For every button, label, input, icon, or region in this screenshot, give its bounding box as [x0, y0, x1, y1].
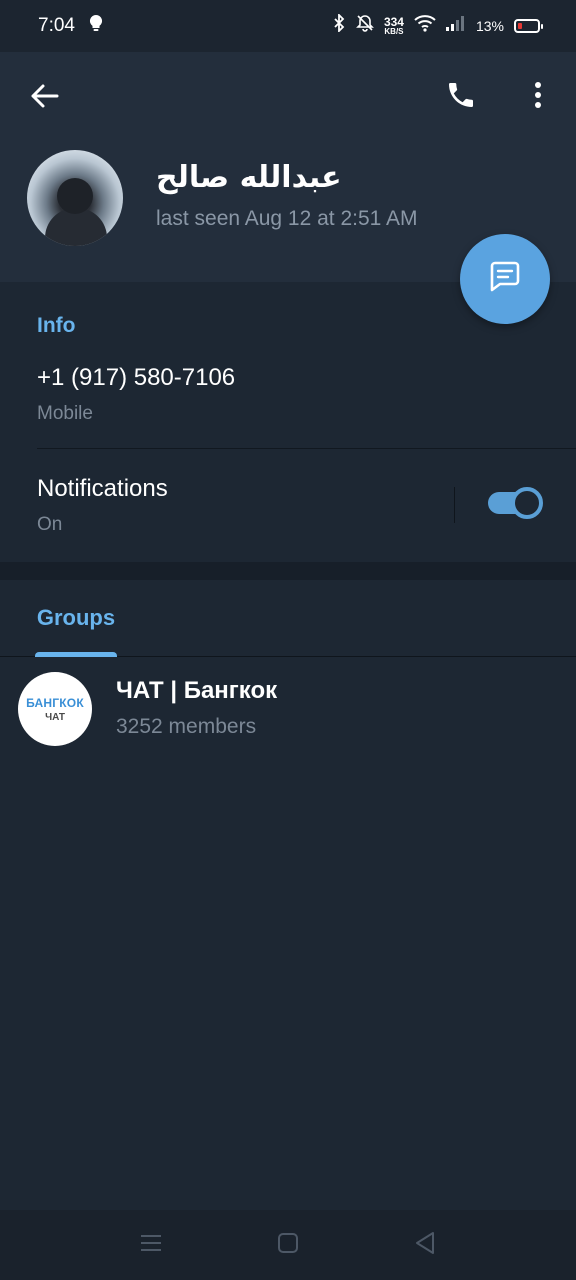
net-speed-unit: KB/S — [384, 27, 404, 36]
more-vert-icon — [534, 81, 542, 114]
info-section-label: Info — [37, 314, 76, 337]
contact-name: عبدالله صالح — [156, 160, 342, 195]
signal-icon — [445, 15, 466, 37]
send-message-button[interactable] — [460, 234, 550, 324]
group-avatar-line2: ЧАТ — [45, 711, 65, 723]
phone-icon — [445, 79, 477, 116]
group-avatar-line1: БАНГКОК — [26, 695, 84, 710]
divider — [37, 448, 576, 449]
more-options-button[interactable] — [518, 76, 558, 118]
system-nav-bar — [0, 1210, 576, 1280]
contact-avatar[interactable] — [27, 150, 123, 246]
tab-groups-label: Groups — [36, 604, 116, 630]
toggle-knob — [511, 487, 543, 519]
call-button[interactable] — [440, 76, 482, 118]
wifi-icon — [414, 14, 436, 38]
list-item[interactable]: БАНГКОК ЧАТ ЧАТ | Бангкок 3252 members — [0, 658, 576, 758]
battery-percent: 13% — [475, 18, 504, 34]
toggle-separator — [454, 487, 455, 523]
status-bar: 7:04 334 KB/S 13% — [0, 0, 576, 52]
status-time: 7:04 — [38, 15, 75, 36]
back-arrow-icon — [29, 83, 59, 114]
group-name: ЧАТ | Бангкок — [116, 677, 278, 704]
tab-indicator — [35, 652, 117, 657]
message-icon — [486, 258, 524, 301]
back-button[interactable] — [24, 78, 64, 118]
notifications-status: On — [37, 514, 63, 535]
section-gap — [0, 562, 576, 580]
bluetooth-icon — [332, 12, 346, 38]
back-icon — [414, 1231, 436, 1260]
home-button[interactable] — [273, 1230, 303, 1260]
group-avatar: БАНГКОК ЧАТ — [18, 672, 92, 746]
tab-groups[interactable]: Groups — [35, 580, 117, 657]
last-seen-status: last seen Aug 12 at 2:51 AM — [156, 207, 418, 230]
shared-media-tabs: Groups — [0, 580, 576, 657]
net-speed: 334 KB/S — [384, 16, 404, 36]
system-back-button[interactable] — [410, 1230, 440, 1260]
bell-off-icon — [356, 14, 374, 38]
notifications-toggle[interactable] — [488, 487, 543, 519]
phone-type-label: Mobile — [37, 403, 93, 424]
notifications-label: Notifications — [37, 475, 168, 502]
phone-number[interactable]: +1 (917) 580-7106 — [37, 364, 235, 392]
info-section: Info +1 (917) 580-7106 Mobile Notificati… — [0, 282, 576, 562]
battery-icon — [514, 19, 543, 33]
menu-icon — [140, 1233, 162, 1258]
recents-button[interactable] — [136, 1230, 166, 1260]
group-members-count: 3252 members — [116, 715, 257, 738]
lightbulb-icon — [89, 14, 103, 38]
home-icon — [277, 1232, 299, 1259]
